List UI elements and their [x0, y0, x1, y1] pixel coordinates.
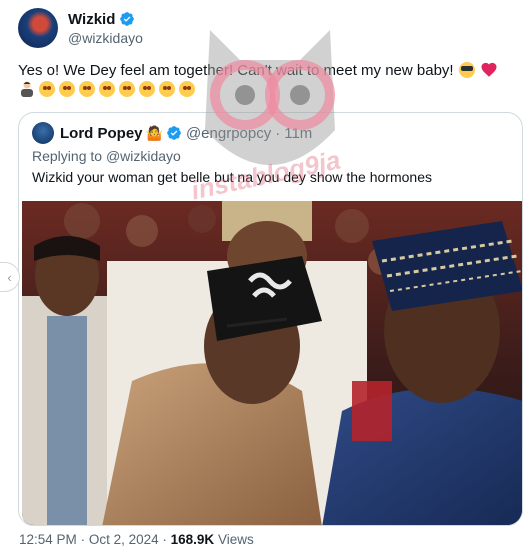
smiling-face-icon — [78, 80, 96, 98]
tweet-text-row: Yes o! We Dey feel am together! Can't wa… — [18, 60, 518, 81]
quoted-time[interactable]: 11m — [284, 125, 312, 142]
reply-prefix: Replying to — [32, 148, 103, 164]
tweet-text: Yes o! We Dey feel am together! Can't wa… — [18, 62, 454, 79]
tweet-time[interactable]: 12:54 PM — [19, 532, 77, 547]
author-display-name[interactable]: Wizkid — [68, 11, 115, 28]
smiling-face-icon — [58, 80, 76, 98]
quoted-photo[interactable] — [22, 201, 522, 525]
quoted-display-name[interactable]: Lord Popey — [60, 125, 143, 142]
man-tipping-hand-icon — [21, 81, 33, 97]
photo-illustration — [22, 201, 522, 525]
meta-separator: · — [80, 532, 89, 547]
quoted-tweet-header: Lord Popey 🤷 @engrpopcy · 11m — [32, 122, 312, 144]
tweet-author[interactable]: Wizkid @wizkidayo — [18, 8, 143, 48]
verified-badge-icon — [120, 12, 135, 26]
author-names: Wizkid @wizkidayo — [68, 11, 143, 46]
tweet-meta: 12:54 PM · Oct 2, 2024 · 168.9K Views — [19, 532, 254, 547]
quoted-handle[interactable]: @engrpopcy — [186, 125, 271, 142]
views-count[interactable]: 168.9K — [171, 532, 215, 547]
quoted-author-avatar[interactable] — [32, 122, 54, 144]
tweet-date[interactable]: Oct 2, 2024 — [89, 532, 159, 547]
author-display-name-row[interactable]: Wizkid — [68, 11, 143, 28]
smiling-face-icon — [138, 80, 156, 98]
smiling-face-icon — [98, 80, 116, 98]
emoji-row — [18, 80, 196, 98]
smiling-face-with-sunglasses-icon — [458, 61, 476, 79]
previous-arrow-icon[interactable]: ‹ — [0, 262, 20, 292]
smiling-face-icon — [118, 80, 136, 98]
smiling-face-icon — [38, 80, 56, 98]
quoted-badge-emoji: 🤷 — [145, 124, 163, 141]
smiling-face-icon — [178, 80, 196, 98]
author-avatar[interactable] — [18, 8, 58, 48]
smiling-face-icon — [158, 80, 176, 98]
views-label: Views — [217, 532, 254, 547]
reply-handle[interactable]: @wizkidayo — [106, 148, 181, 164]
author-handle[interactable]: @wizkidayo — [68, 30, 143, 46]
quoted-verified-badge-icon — [167, 126, 181, 140]
quoted-time-separator: · — [275, 124, 281, 142]
red-heart-icon — [481, 62, 497, 77]
meta-separator: · — [162, 532, 171, 547]
quoted-reply-context: Replying to @wizkidayo — [32, 148, 181, 164]
